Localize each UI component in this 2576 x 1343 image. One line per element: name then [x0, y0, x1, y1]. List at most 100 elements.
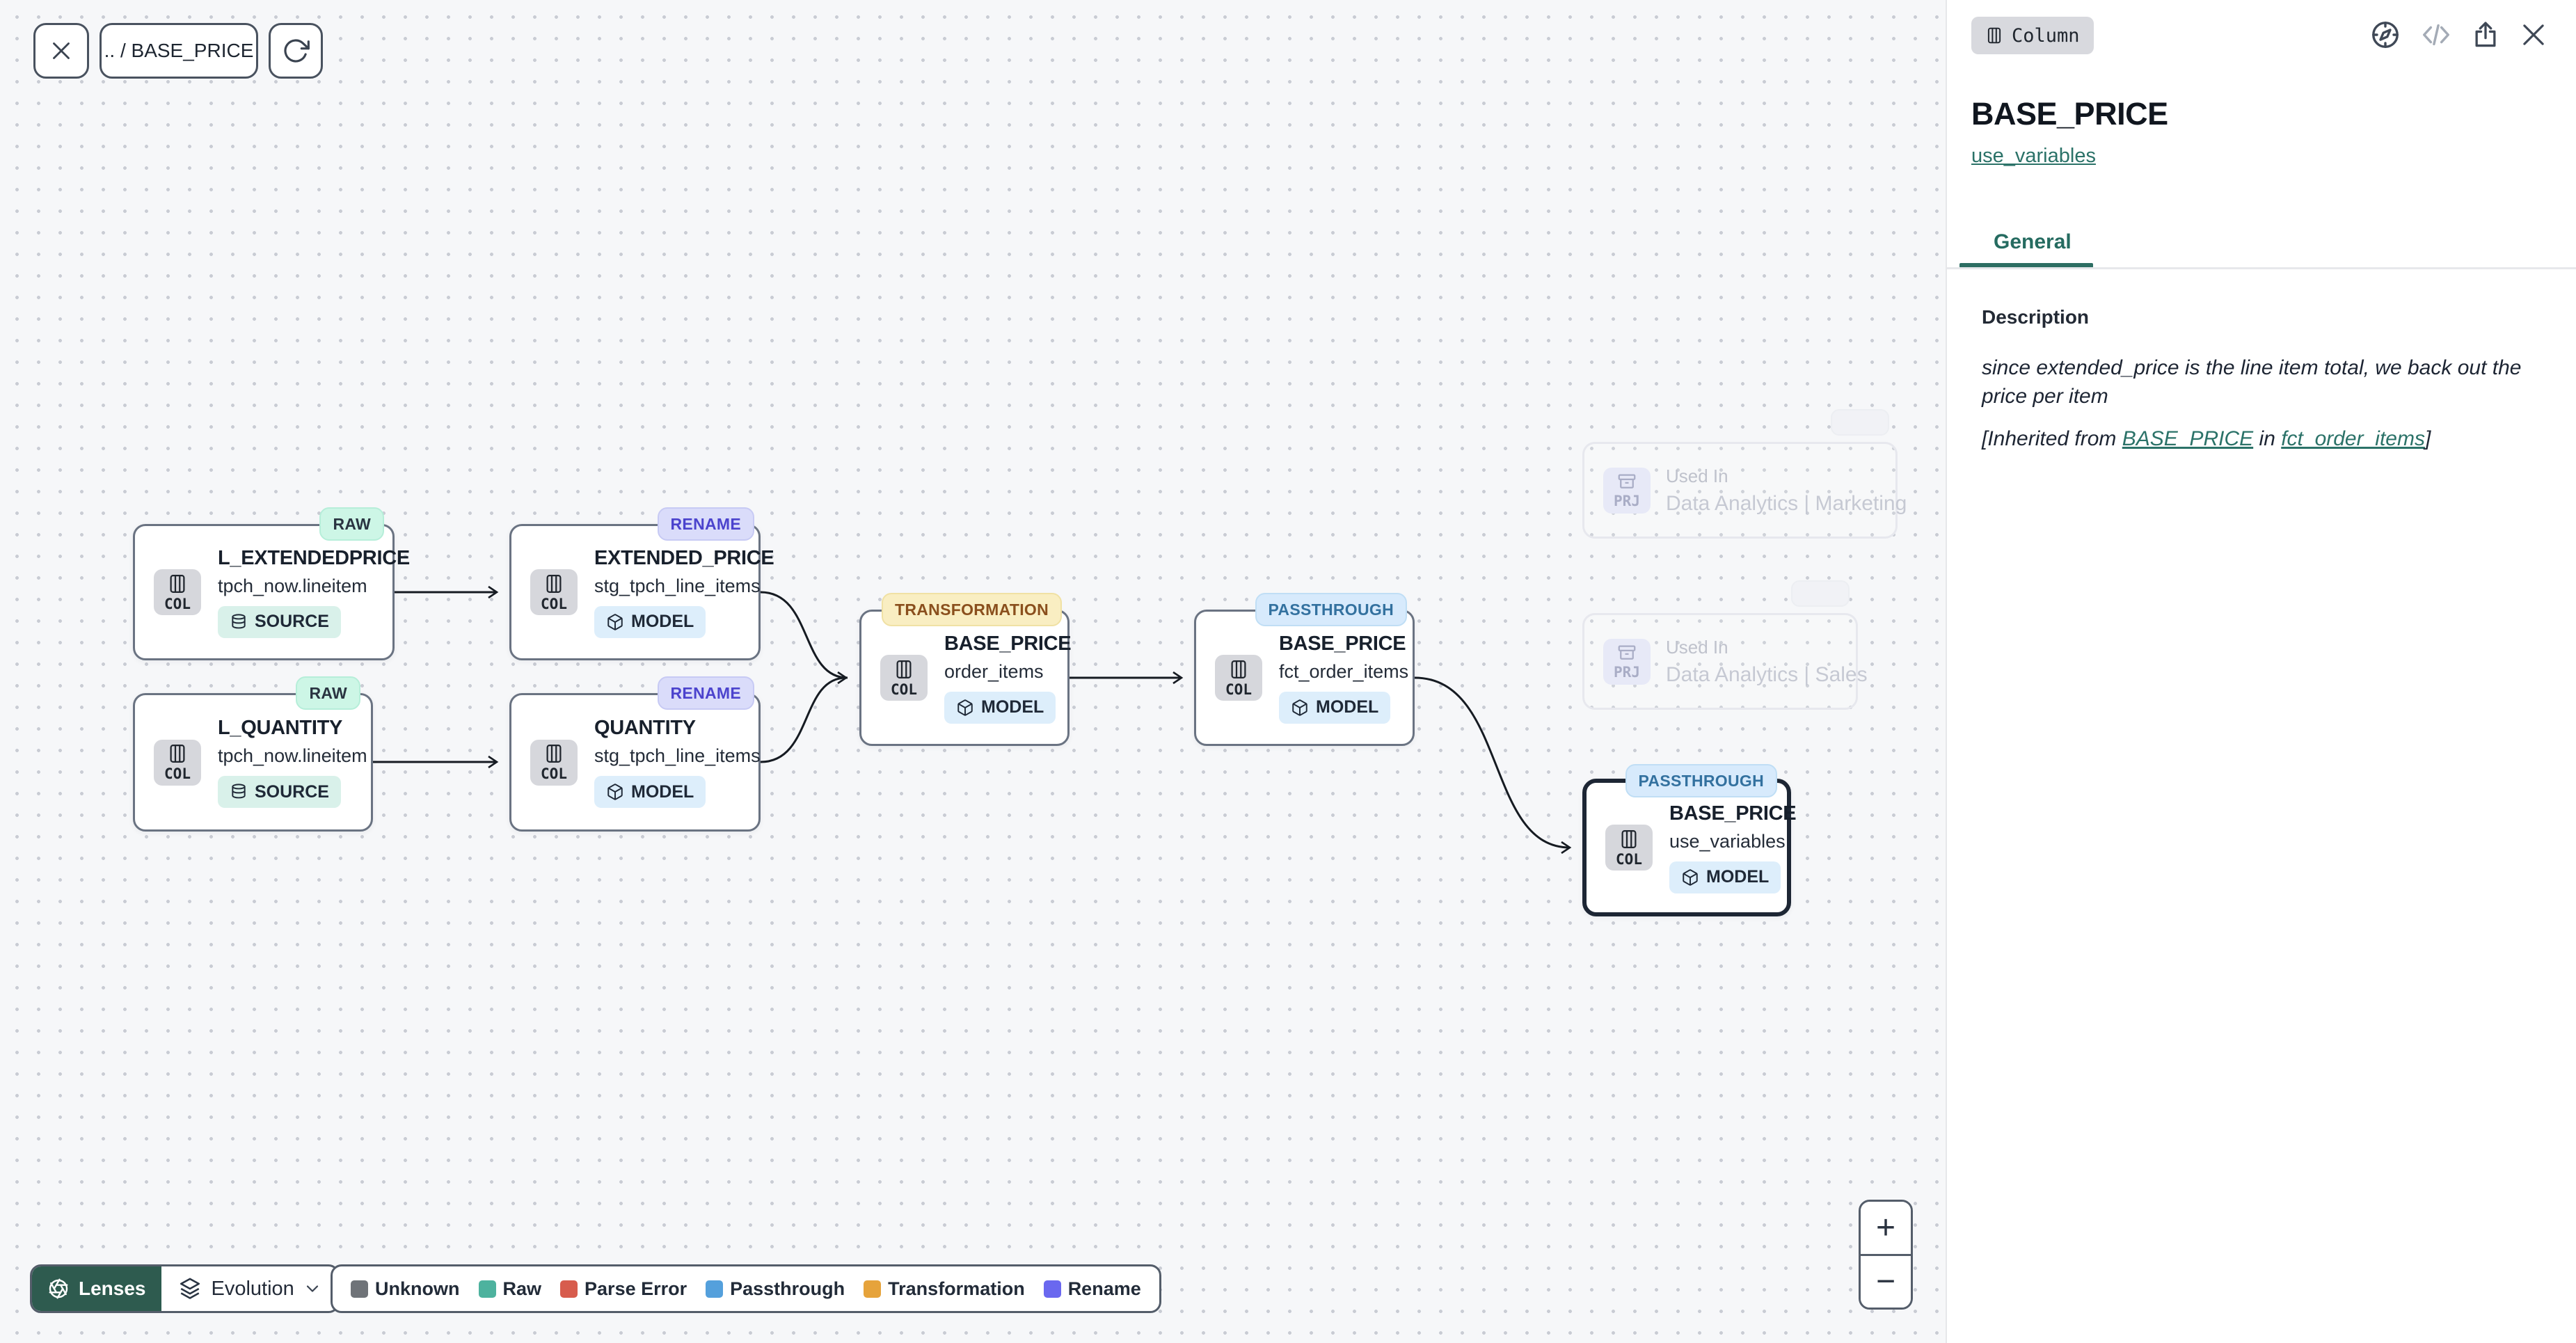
ghost-node-used-in-marketing[interactable]: PRJ Used In Data Analytics | Marketing [1582, 442, 1898, 539]
inherited-mid: in [2253, 427, 2281, 450]
model-link[interactable]: use_variables [1971, 145, 2096, 168]
model-pill: MODEL [594, 776, 706, 808]
zoom-out-icon: − [1876, 1262, 1895, 1301]
pill-label: MODEL [1316, 697, 1378, 717]
tab-general[interactable]: General [1994, 230, 2072, 254]
archive-icon [1616, 642, 1637, 663]
legend-item-transformation: Transformation [864, 1278, 1025, 1300]
zoom-in-icon: + [1876, 1209, 1895, 1247]
pill-label: MODEL [631, 612, 694, 632]
column-type-chip: COL [154, 569, 201, 615]
lineage-app: PRJ Used In Data Analytics | Marketing P… [0, 0, 2576, 1343]
node-title: QUANTITY [594, 717, 696, 740]
chip-label: COL [164, 765, 191, 782]
edge-quantity-to-order-items [761, 678, 846, 762]
columns-icon [543, 742, 564, 765]
layers-icon [178, 1277, 202, 1301]
columns-icon [893, 658, 914, 681]
ghost-badge [1791, 580, 1850, 607]
pill-label: MODEL [981, 697, 1044, 717]
lenses-button[interactable]: Lenses [32, 1266, 161, 1311]
zoom-in-button[interactable]: + [1861, 1202, 1911, 1254]
node-subtitle: fct_order_items [1279, 661, 1408, 683]
legend-item-rename: Rename [1044, 1278, 1141, 1300]
inherited-note: [Inherited from BASE_PRICE in fct_order_… [1982, 427, 2534, 451]
edge-type-badge: RAW [296, 676, 360, 710]
pill-label: SOURCE [255, 782, 329, 802]
lenses-control: Lenses Evolution [30, 1264, 340, 1313]
edge-extended-price-to-order-items [761, 592, 848, 678]
ghost-badge [1831, 409, 1889, 436]
breadcrumb[interactable]: .. / BASE_PRICE [100, 23, 258, 79]
edge-type-legend: Unknown Raw Parse Error Passthrough Tran… [331, 1264, 1161, 1313]
inherited-prefix: [Inherited from [1982, 427, 2122, 450]
chip-label: PRJ [1614, 664, 1640, 681]
chip-label: COL [891, 681, 917, 698]
source-pill: SOURCE [218, 606, 341, 638]
project-name: Data Analytics | Sales [1666, 663, 1856, 687]
close-lineage-button[interactable] [33, 23, 89, 79]
model-pill: MODEL [1279, 692, 1390, 724]
inherited-suffix: ] [2425, 427, 2431, 450]
pill-label: SOURCE [255, 612, 329, 632]
database-icon [230, 783, 248, 801]
used-in-label: Used In [1666, 466, 1895, 487]
entity-type-label: Column [2012, 25, 2080, 47]
node-base-price-order-items[interactable]: TRANSFORMATION COL BASE_PRICE order_item… [859, 610, 1070, 746]
compass-icon [2369, 18, 2402, 51]
legend-swatch [560, 1280, 578, 1298]
refresh-icon [282, 37, 310, 65]
share-button[interactable] [2470, 19, 2501, 50]
node-base-price-use-variables[interactable]: PASSTHROUGH COL BASE_PRICE use_variables… [1582, 779, 1791, 916]
node-title: L_QUANTITY [218, 717, 342, 740]
zoom-out-button[interactable]: − [1861, 1256, 1911, 1308]
ghost-node-used-in-sales[interactable]: PRJ Used In Data Analytics | Sales [1582, 613, 1858, 710]
columns-icon [167, 742, 188, 765]
column-type-chip: COL [154, 740, 201, 786]
explore-button[interactable] [2369, 18, 2402, 51]
legend-swatch [1044, 1280, 1061, 1298]
pill-label: MODEL [1706, 867, 1769, 887]
node-base-price-fct-order-items[interactable]: PASSTHROUGH COL BASE_PRICE fct_order_ite… [1194, 610, 1415, 746]
details-panel: Column BASE_PRICE use_variables General … [1946, 0, 2576, 1343]
column-type-chip: COL [1605, 825, 1653, 871]
model-pill: MODEL [594, 606, 706, 638]
project-type-chip: PRJ [1603, 639, 1651, 685]
chip-label: COL [541, 765, 567, 782]
pill-label: MODEL [631, 782, 694, 802]
chip-label: COL [541, 596, 567, 612]
node-title: L_EXTENDEDPRICE [218, 547, 410, 570]
node-quantity[interactable]: RENAME COL QUANTITY stg_tpch_line_items … [509, 693, 761, 832]
code-icon [2420, 19, 2452, 51]
edge-type-badge: PASSTHROUGH [1625, 764, 1778, 797]
inherited-model-link[interactable]: fct_order_items [2281, 427, 2425, 450]
legend-item-unknown: Unknown [351, 1278, 460, 1300]
legend-item-raw: Raw [479, 1278, 542, 1300]
selected-lens-label: Evolution [212, 1278, 294, 1301]
close-panel-button[interactable] [2519, 20, 2548, 49]
chevron-down-icon [304, 1280, 321, 1297]
breadcrumb-label: .. / BASE_PRICE [104, 40, 254, 62]
node-subtitle: order_items [944, 661, 1044, 683]
lens-selector-dropdown[interactable]: Evolution [161, 1266, 337, 1311]
database-icon [230, 613, 248, 631]
columns-icon [1619, 828, 1639, 850]
node-extended-price[interactable]: RENAME COL EXTENDED_PRICE stg_tpch_line_… [509, 524, 761, 660]
node-l-extendedprice[interactable]: RAW COL L_EXTENDEDPRICE tpch_now.lineite… [133, 524, 395, 660]
node-title: BASE_PRICE [1669, 802, 1796, 825]
view-code-button[interactable] [2420, 19, 2452, 51]
model-pill: MODEL [1669, 861, 1781, 893]
column-type-chip: COL [530, 569, 578, 615]
columns-icon [1228, 658, 1249, 681]
legend-swatch [351, 1280, 368, 1298]
columns-icon [543, 573, 564, 595]
legend-item-parse-error: Parse Error [560, 1278, 687, 1300]
node-l-quantity[interactable]: RAW COL L_QUANTITY tpch_now.lineitem SOU… [133, 693, 373, 832]
refresh-button[interactable] [269, 23, 323, 79]
lenses-label: Lenses [79, 1278, 146, 1300]
inherited-column-link[interactable]: BASE_PRICE [2122, 427, 2253, 450]
description-body: since extended_price is the line item to… [1982, 353, 2534, 411]
legend-item-passthrough: Passthrough [706, 1278, 845, 1300]
edge-type-badge: TRANSFORMATION [882, 593, 1062, 626]
node-subtitle: stg_tpch_line_items [594, 575, 761, 597]
